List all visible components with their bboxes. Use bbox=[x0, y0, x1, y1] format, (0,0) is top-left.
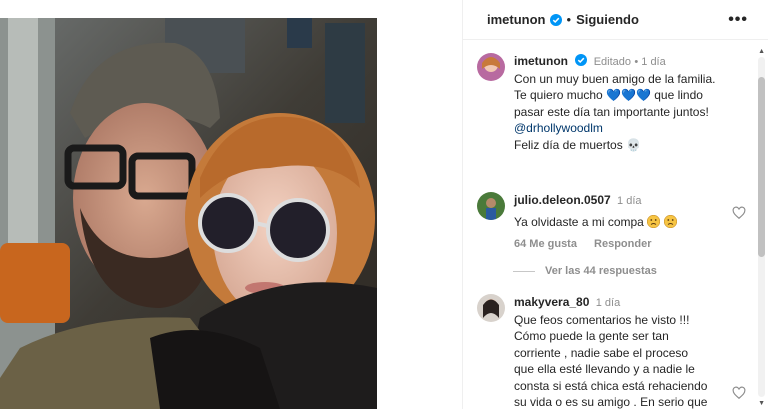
caption-line: Feliz día de muertos 💀 bbox=[514, 137, 746, 154]
more-icon[interactable]: ••• bbox=[728, 11, 748, 29]
like-heart-icon[interactable] bbox=[732, 206, 746, 220]
comment-line: Cómo puede la gente ser tan bbox=[514, 329, 669, 343]
reply-button[interactable]: Responder bbox=[594, 238, 651, 250]
comment-item: julio.deleon.0507 1 día Ya olvidaste a m… bbox=[477, 192, 746, 250]
verified-icon bbox=[549, 13, 562, 26]
separator-dot: • bbox=[566, 12, 572, 27]
verified-icon bbox=[575, 54, 588, 66]
comment-actions: 64 Me gusta Responder bbox=[514, 238, 746, 250]
like-heart-icon[interactable] bbox=[732, 386, 746, 400]
follow-status-button[interactable]: Siguiendo bbox=[576, 12, 639, 27]
avatar[interactable] bbox=[477, 53, 505, 81]
scroll-down-arrow-icon[interactable]: ▼ bbox=[758, 400, 765, 407]
caption-time[interactable]: 1 día bbox=[641, 56, 665, 68]
comments-scroll-area[interactable]: imetunon Editado • 1 día Con un muy buen… bbox=[463, 41, 768, 409]
caption-line: Te quiero mucho 💙💙💙 que lindo bbox=[514, 87, 746, 104]
caption-text: que lindo bbox=[654, 88, 703, 102]
header-username[interactable]: imetunon bbox=[487, 12, 546, 27]
blue-heart-icon: 💙💙💙 bbox=[606, 88, 651, 102]
post-header: imetunon • Siguiendo ••• bbox=[463, 0, 768, 40]
scrollbar-thumb[interactable] bbox=[758, 77, 765, 257]
view-replies-button[interactable]: Ver las 44 respuestas bbox=[513, 265, 657, 277]
comment-time[interactable]: 1 día bbox=[617, 195, 641, 207]
caption-line: Con un muy buen amigo de la familia. bbox=[514, 71, 716, 86]
post-panel: imetunon • Siguiendo ••• imetunon Editad… bbox=[462, 0, 768, 409]
post-photo[interactable] bbox=[0, 18, 377, 409]
caption: imetunon Editado • 1 día Con un muy buen… bbox=[477, 53, 746, 153]
scrollbar[interactable] bbox=[758, 57, 765, 397]
replies-divider bbox=[513, 270, 535, 272]
comment-username[interactable]: julio.deleon.0507 bbox=[514, 193, 611, 207]
view-replies-label: Ver las 44 respuestas bbox=[545, 265, 657, 277]
comment-line: corriente , nadie sabe el proceso bbox=[514, 345, 689, 360]
comment-time[interactable]: 1 día bbox=[596, 297, 620, 309]
post-image bbox=[0, 18, 377, 409]
comment-item: makyvera_80 1 día Que feos comentarios h… bbox=[477, 294, 746, 409]
comment-line: su vida o es su amigo . En serio que bbox=[514, 395, 708, 409]
comment-line: consta si está chica está rehaciendo bbox=[514, 378, 708, 393]
caption-text: Feliz día de muertos bbox=[514, 137, 623, 152]
scroll-up-arrow-icon[interactable]: ▲ bbox=[758, 48, 765, 55]
mention-link[interactable]: @drhollywoodlm bbox=[514, 120, 746, 137]
comment-username[interactable]: makyvera_80 bbox=[514, 295, 589, 309]
comment-line: que ella esté llevando y a nadie le bbox=[514, 362, 695, 376]
likes-count[interactable]: 64 Me gusta bbox=[514, 238, 577, 250]
caption-text: Te quiero mucho bbox=[514, 88, 603, 102]
skull-icon: 💀 bbox=[626, 137, 642, 152]
avatar[interactable] bbox=[477, 294, 505, 322]
edited-label: Editado bbox=[593, 56, 631, 68]
comment-text-body: Ya olvidaste a mi compa bbox=[514, 214, 644, 229]
avatar[interactable] bbox=[477, 192, 505, 220]
comment-line: Que feos comentarios he visto !!! bbox=[514, 312, 690, 327]
caption-username[interactable]: imetunon bbox=[514, 54, 568, 68]
comment-text: Ya olvidaste a mi compa bbox=[514, 214, 746, 231]
sad-face-icon bbox=[663, 214, 677, 228]
caption-line: pasar este día tan importante juntos! bbox=[514, 104, 709, 119]
sad-face-icon bbox=[647, 214, 661, 228]
